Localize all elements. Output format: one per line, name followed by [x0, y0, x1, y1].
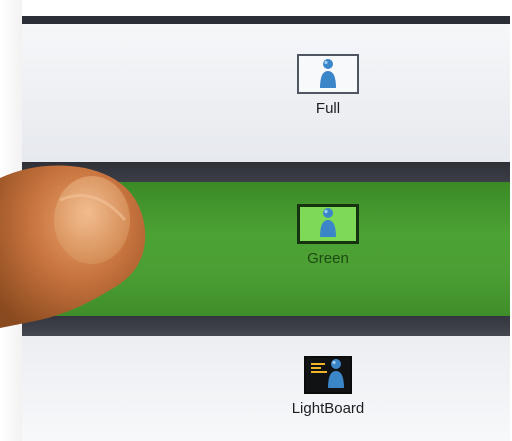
mode-row-lightboard[interactable]: LightBoard	[22, 336, 510, 441]
person-icon	[320, 208, 336, 237]
person-lightboard-icon	[304, 356, 352, 394]
person-icon	[320, 59, 336, 88]
mode-row-full[interactable]: Full	[22, 24, 510, 162]
mode-label-lightboard: LightBoard	[291, 400, 365, 417]
top-separator	[22, 16, 510, 24]
person-greenscreen-icon	[297, 204, 359, 244]
mode-green[interactable]: Green	[278, 204, 378, 268]
mode-label-green: Green	[307, 250, 349, 267]
mode-lightboard[interactable]: LightBoard	[278, 356, 378, 418]
mode-full[interactable]: Full	[278, 54, 378, 118]
finger	[0, 165, 146, 328]
mode-label-full: Full	[315, 100, 341, 117]
person-icon	[328, 359, 344, 388]
person-screen-full-icon	[297, 54, 359, 94]
photo-frame: Full Green LightBoard	[0, 0, 512, 441]
